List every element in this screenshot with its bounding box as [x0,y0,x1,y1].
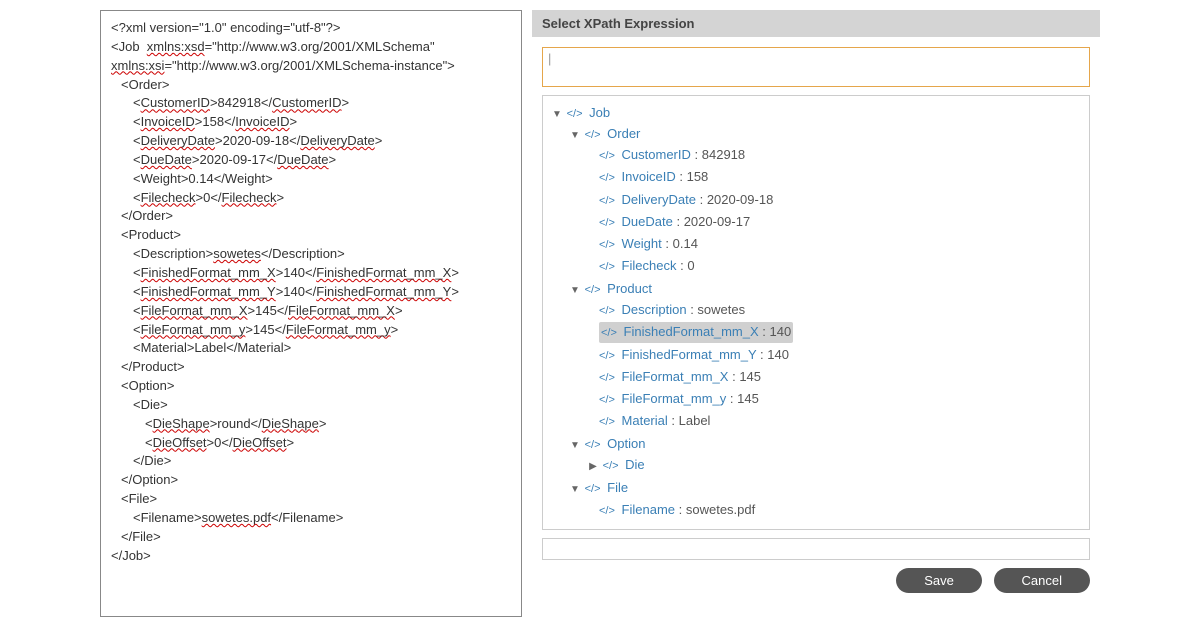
tree-leaf[interactable]: </> Material : Label [587,410,1085,432]
xml-tag-icon: </> [585,284,601,296]
xpath-search-input[interactable] [548,66,1088,83]
xml-tag-icon: </> [599,172,615,184]
tree-leaf[interactable]: </> FileFormat_mm_X : 145 [587,366,1085,388]
xml-tag-icon: </> [599,416,615,428]
tree-node-file[interactable]: ▼ </> File </> Filename : sowetes.pdf [569,477,1085,521]
chevron-down-icon[interactable]: ▼ [569,128,581,144]
xml-tag-icon: </> [603,460,619,472]
xml-source-panel: <?xml version="1.0" encoding="utf-8"?> <… [100,10,522,617]
tree-leaf[interactable]: </> Filename : sowetes.pdf [587,499,1085,521]
chevron-down-icon[interactable]: ▼ [551,107,563,123]
cancel-button[interactable]: Cancel [994,568,1090,593]
tree-leaf[interactable]: </> DueDate : 2020-09-17 [587,211,1085,233]
chevron-right-icon[interactable]: ▶ [587,459,599,475]
xml-tag-icon: </> [599,350,615,362]
xml-line: <InvoiceID>158</InvoiceID> [133,113,511,132]
xml-tag-icon: </> [601,327,617,339]
tree-leaf-selected[interactable]: </> FinishedFormat_mm_X : 140 [587,321,1085,343]
tree-node-die[interactable]: ▶ </> Die [587,454,1085,476]
xml-line: <FinishedFormat_mm_X>140</FinishedFormat… [133,264,511,283]
xml-line: </Die> [133,452,511,471]
xml-line: <Option> [121,377,511,396]
xml-tag-icon: </> [599,505,615,517]
xml-line: <Material>Label</Material> [133,339,511,358]
xml-tag-icon: </> [599,217,615,229]
xml-tag-icon: </> [585,483,601,495]
xml-tag-icon: </> [599,372,615,384]
xml-line: <DieOffset>0</DieOffset> [145,434,511,453]
xpath-dialog: Select XPath Expression | ▼ </> Job ▼ </… [532,10,1100,617]
xml-line: </Product> [121,358,511,377]
xml-line: <DueDate>2020-09-17</DueDate> [133,151,511,170]
chevron-down-icon[interactable]: ▼ [569,283,581,299]
xml-line: <Description>sowetes</Description> [133,245,511,264]
tree-leaf[interactable]: </> Weight : 0.14 [587,233,1085,255]
xml-line: </File> [121,528,511,547]
xml-line: <DeliveryDate>2020-09-18</DeliveryDate> [133,132,511,151]
xml-line: </Option> [121,471,511,490]
tree-node-option[interactable]: ▼ </> Option ▶ </> Die [569,433,1085,477]
xml-line: <DieShape>round</DieShape> [145,415,511,434]
tree-leaf[interactable]: </> DeliveryDate : 2020-09-18 [587,189,1085,211]
tree-leaf[interactable]: </> Filecheck : 0 [587,255,1085,277]
xml-line: <?xml version="1.0" encoding="utf-8"?> [111,19,511,38]
xml-tree: ▼ </> Job ▼ </> Order </> CustomerID : 8… [547,102,1085,523]
xml-line: </Order> [121,207,511,226]
xml-tag-icon: </> [585,439,601,451]
xml-line: <FinishedFormat_mm_Y>140</FinishedFormat… [133,283,511,302]
tree-leaf[interactable]: </> InvoiceID : 158 [587,166,1085,188]
xml-line: <CustomerID>842918</CustomerID> [133,94,511,113]
xml-tag-icon: </> [599,239,615,251]
dialog-title: Select XPath Expression [532,10,1100,37]
xpath-search-box[interactable]: | [542,47,1090,87]
xml-line: <Die> [133,396,511,415]
xml-tag-icon: </> [599,305,615,317]
xml-tag-icon: </> [599,394,615,406]
xml-tag-icon: </> [599,261,615,273]
xml-line: </Job> [111,547,511,566]
xml-tag-icon: </> [585,129,601,141]
xml-line: <Job xmlns:xsd="http://www.w3.org/2001/X… [111,38,511,76]
xml-line: <Filecheck>0</Filecheck> [133,189,511,208]
tree-leaf[interactable]: </> Description : sowetes [587,299,1085,321]
tree-node-order[interactable]: ▼ </> Order </> CustomerID : 842918 </> … [569,123,1085,278]
xml-line: <FileFormat_mm_X>145</FileFormat_mm_X> [133,302,511,321]
chevron-down-icon[interactable]: ▼ [569,438,581,454]
save-button[interactable]: Save [896,568,982,593]
xml-tag-icon: </> [567,108,583,120]
tree-leaf[interactable]: </> CustomerID : 842918 [587,144,1085,166]
xml-line: <Order> [121,76,511,95]
xml-tag-icon: </> [599,150,615,162]
xml-line: <FileFormat_mm_y>145</FileFormat_mm_y> [133,321,511,340]
xml-line: <Product> [121,226,511,245]
xml-tag-icon: </> [599,195,615,207]
tree-node-product[interactable]: ▼ </> Product </> Description : sowetes … [569,278,1085,433]
tree-leaf[interactable]: </> FileFormat_mm_y : 145 [587,388,1085,410]
chevron-down-icon[interactable]: ▼ [569,482,581,498]
tree-node-job[interactable]: ▼ </> Job ▼ </> Order </> CustomerID : 8… [551,102,1085,523]
xml-line: <Weight>0.14</Weight> [133,170,511,189]
xml-line: <Filename>sowetes.pdf</Filename> [133,509,511,528]
tree-leaf[interactable]: </> FinishedFormat_mm_Y : 140 [587,344,1085,366]
xml-line: <File> [121,490,511,509]
xpath-output-field[interactable] [542,538,1090,560]
